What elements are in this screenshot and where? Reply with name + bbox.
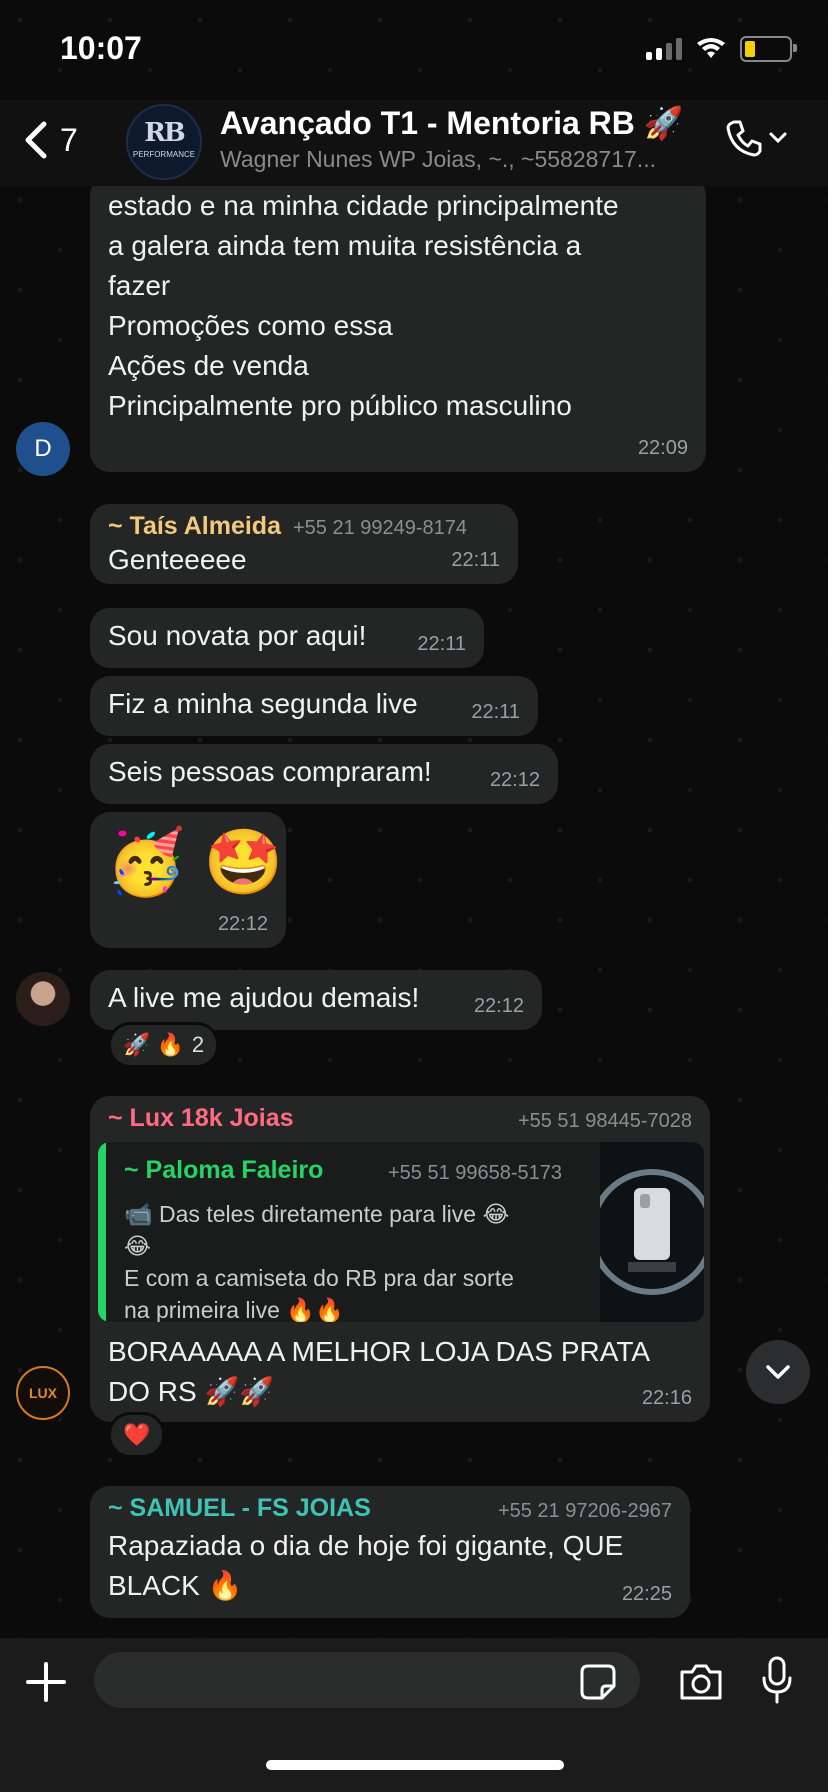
message-time: 22:11 — [471, 701, 520, 723]
message-text: Fiz a minha segunda live — [108, 688, 418, 719]
reaction-pill[interactable]: ❤️ — [108, 1412, 166, 1458]
sender-phone: +55 21 97206-2967 — [497, 1500, 672, 1522]
message-text: Sou novata por aqui! — [108, 620, 367, 651]
group-title[interactable]: Avançado T1 - Mentoria RB 🚀 — [220, 104, 684, 142]
reaction-pill[interactable]: 🚀 🔥 2 — [108, 1022, 220, 1068]
emoji-message: 🥳 🤩 — [106, 826, 284, 898]
sticker-icon[interactable] — [580, 1664, 616, 1700]
avatar[interactable]: LUX — [16, 1366, 70, 1420]
message-bubble[interactable]: ~ Taís Almeida +55 21 99249-8174 Genteee… — [90, 504, 518, 584]
quoted-thumbnail — [600, 1142, 704, 1322]
chevron-left-icon — [25, 121, 47, 159]
call-button[interactable] — [724, 118, 788, 158]
message-sender-line: ~ Taís Almeida +55 21 99249-8174 — [108, 512, 467, 541]
message-list[interactable]: estado e na minha cidade principalmente … — [0, 186, 828, 1638]
reaction-emojis: ❤️ — [123, 1422, 151, 1447]
chat-header: 7 RB PERFORMANCE Avançado T1 - Mentoria … — [0, 100, 828, 186]
message-time: 22:11 — [451, 549, 500, 571]
sender-name[interactable]: ~ Lux 18k Joias — [108, 1104, 294, 1133]
quoted-message[interactable]: ~ Paloma Faleiro +55 51 99658-5173 📹 Das… — [98, 1142, 704, 1322]
avatar[interactable] — [16, 972, 70, 1026]
quoted-sender: ~ Paloma Faleiro — [124, 1156, 324, 1184]
reaction-count: 2 — [191, 1032, 205, 1057]
message-time: 22:16 — [641, 1387, 692, 1409]
message-input[interactable] — [94, 1652, 640, 1708]
message-time: 22:12 — [217, 913, 268, 935]
message-bubble[interactable]: ~ SAMUEL - FS JOIAS +55 21 97206-2967 Ra… — [90, 1486, 690, 1618]
message-bubble[interactable]: A live me ajudou demais! 22:12 — [90, 970, 542, 1030]
message-text: Rapaziada o dia de hoje foi gigante, QUE… — [108, 1530, 624, 1601]
microphone-icon[interactable] — [760, 1656, 794, 1704]
message-text: estado e na minha cidade principalmente … — [108, 190, 619, 421]
message-time: 22:25 — [621, 1583, 672, 1605]
group-members[interactable]: Wagner Nunes WP Joias, ~., ~55828717... — [220, 146, 700, 173]
message-bubble[interactable]: Seis pessoas compraram! 22:12 — [90, 744, 558, 804]
message-bubble[interactable]: Fiz a minha segunda live 22:11 — [90, 676, 538, 736]
message-text: BORAAAAA A MELHOR LOJA DAS PRATA DO RS 🚀… — [108, 1336, 651, 1407]
camera-icon[interactable] — [678, 1662, 724, 1702]
sender-phone: +55 51 98445-7028 — [517, 1110, 692, 1132]
status-time: 10:07 — [60, 30, 142, 66]
message-bubble[interactable]: Sou novata por aqui! 22:11 — [90, 608, 484, 668]
group-avatar-logo: RB — [144, 118, 186, 148]
home-indicator[interactable] — [266, 1760, 564, 1770]
quote-bar — [98, 1142, 106, 1322]
message-text: Genteeeee — [108, 544, 247, 575]
message-time: 22:12 — [473, 995, 524, 1017]
message-bubble[interactable]: 🥳 🤩 22:12 — [90, 812, 286, 948]
wifi-icon — [697, 38, 725, 58]
battery-icon — [740, 36, 797, 62]
signal-icon — [646, 38, 682, 60]
message-bubble[interactable]: estado e na minha cidade principalmente … — [90, 186, 706, 472]
quoted-phone: +55 51 99658-5173 — [388, 1162, 563, 1184]
message-text: A live me ajudou demais! — [108, 982, 420, 1013]
plus-icon[interactable] — [24, 1660, 68, 1704]
avatar-letter: D — [34, 435, 52, 462]
chevron-down-icon — [769, 132, 787, 144]
group-avatar[interactable]: RB PERFORMANCE — [126, 104, 202, 180]
status-bar: 10:07 — [0, 0, 828, 100]
back-button[interactable]: 7 — [22, 120, 78, 160]
status-icons — [646, 36, 797, 62]
phone-icon — [726, 120, 762, 157]
reaction-emojis: 🚀 🔥 — [123, 1032, 184, 1057]
message-bubble[interactable]: ~ Lux 18k Joias +55 51 98445-7028 ~ Palo… — [90, 1096, 710, 1422]
scroll-to-bottom-button[interactable] — [746, 1340, 810, 1404]
avatar[interactable]: D — [16, 422, 70, 476]
sender-phone: +55 21 99249-8174 — [293, 517, 468, 539]
group-avatar-subtext: PERFORMANCE — [132, 150, 196, 159]
sender-name[interactable]: ~ Taís Almeida — [108, 512, 281, 541]
message-time: 22:12 — [489, 769, 540, 791]
quoted-text: 📹 Das teles diretamente para live 😂😂 E c… — [124, 1201, 514, 1322]
message-time: 22:11 — [417, 633, 466, 655]
sender-name[interactable]: ~ SAMUEL - FS JOIAS — [108, 1494, 371, 1523]
unread-count: 7 — [60, 121, 78, 158]
message-time: 22:09 — [637, 437, 688, 459]
message-text: Seis pessoas compraram! — [108, 756, 432, 787]
chevron-down-icon — [766, 1365, 790, 1379]
